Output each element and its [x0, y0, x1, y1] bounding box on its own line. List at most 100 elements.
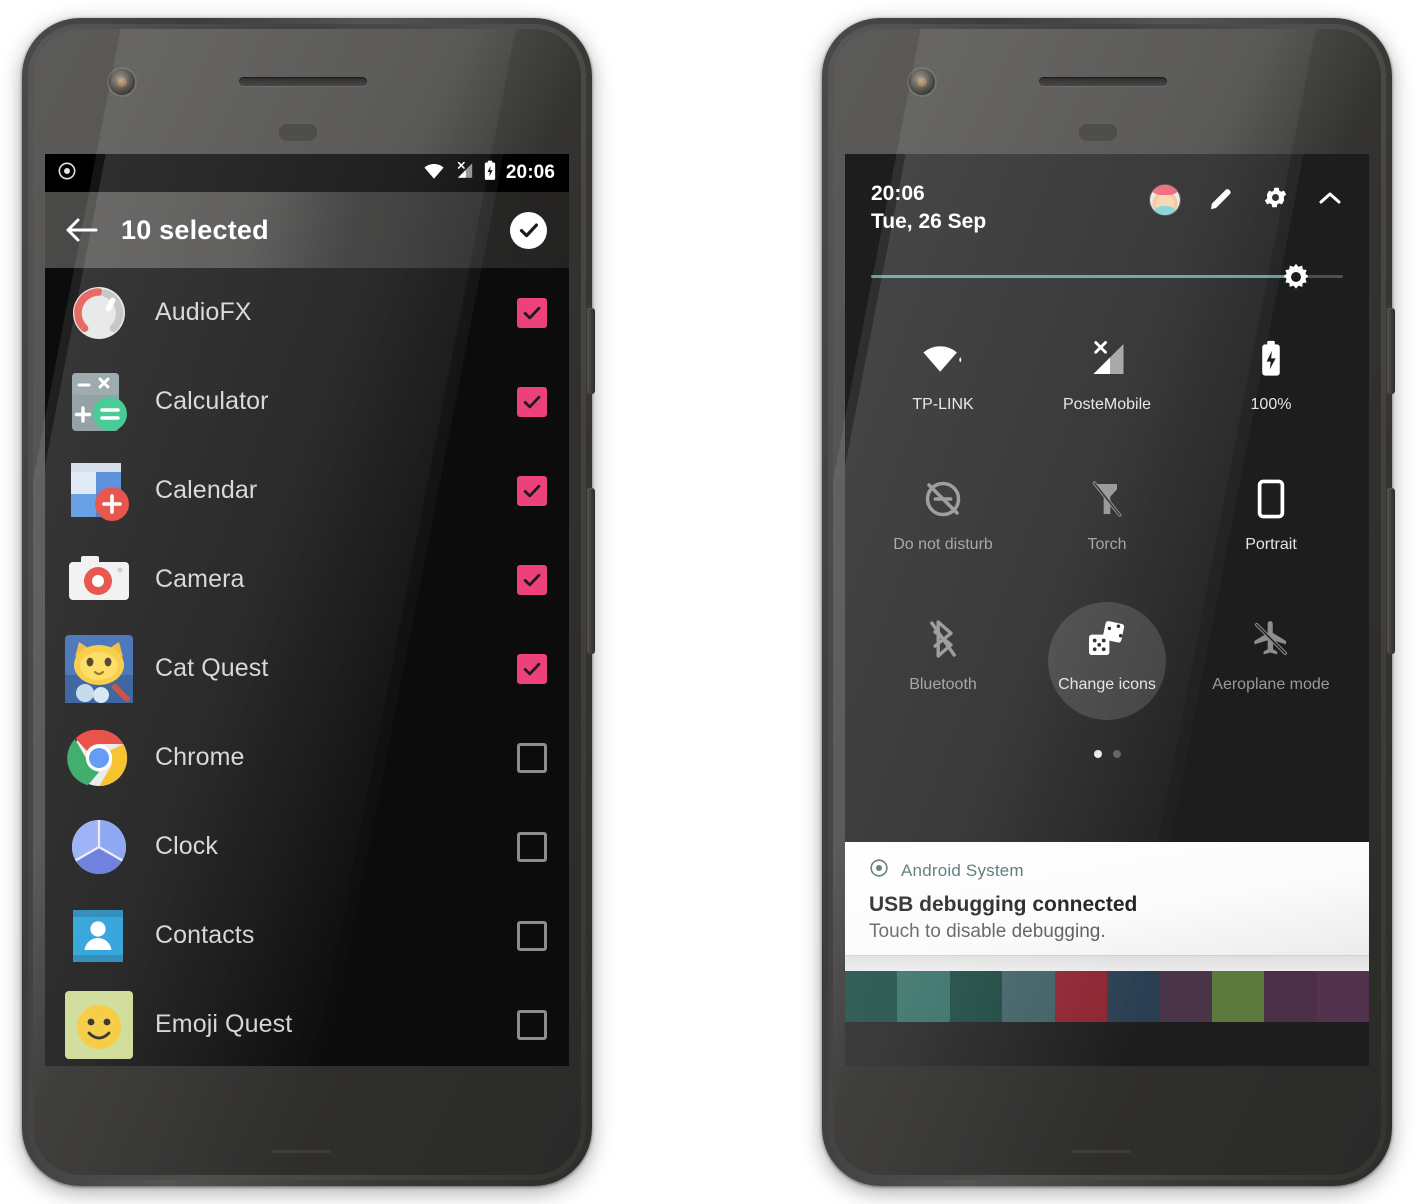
list-item[interactable]: Emoji Quest: [45, 980, 569, 1066]
volume-button[interactable]: [587, 488, 595, 654]
qs-tile-label: Bluetooth: [909, 676, 977, 694]
quick-settings-tiles: TP-LINK PosteMobile 100% Do not disturb …: [845, 278, 1369, 759]
qs-tile-rotation[interactable]: Portrait: [1189, 460, 1353, 600]
audiofx-icon: [65, 279, 133, 347]
list-item-label: Emoji Quest: [155, 1010, 293, 1038]
airplane-off-icon: [1251, 616, 1291, 662]
qs-tile-label: Do not disturb: [893, 536, 993, 554]
page-dot[interactable]: [1093, 750, 1102, 759]
qs-tile-battery[interactable]: 100%: [1189, 320, 1353, 460]
cell-signal-icon: [1087, 336, 1127, 382]
right-phone: 20:06 Tue, 26 Sep TP-LINK PosteMobile 10…: [822, 18, 1395, 1186]
list-item[interactable]: Contacts: [45, 891, 569, 980]
notification-app-row: Android System: [869, 858, 1345, 883]
rotation-portrait-icon: [1257, 476, 1285, 522]
list-item-checkbox[interactable]: [517, 1009, 547, 1040]
wifi-icon: [921, 336, 965, 382]
qs-tile-wifi[interactable]: TP-LINK: [861, 320, 1025, 460]
dice-icon: [1086, 616, 1128, 662]
proximity-sensor: [1079, 124, 1117, 141]
list-item-checkbox[interactable]: [517, 564, 547, 595]
volume-button[interactable]: [1387, 488, 1395, 654]
list-item-checkbox[interactable]: [517, 475, 547, 506]
page-dot[interactable]: [1112, 750, 1121, 759]
brightness-track[interactable]: [871, 263, 1343, 289]
qs-tile-dnd[interactable]: Do not disturb: [861, 460, 1025, 600]
list-item-checkbox[interactable]: [517, 653, 547, 684]
right-phone-face: 20:06 Tue, 26 Sep TP-LINK PosteMobile 10…: [833, 29, 1381, 1175]
battery-icon: [483, 160, 497, 186]
qs-tile-cellular[interactable]: PosteMobile: [1025, 320, 1189, 460]
list-item-checkbox[interactable]: [517, 742, 547, 773]
android-system-icon: [869, 858, 889, 883]
qs-tile-row: Do not disturb Torch Portrait: [861, 460, 1353, 600]
bluetooth-off-icon: [927, 616, 959, 662]
avatar[interactable]: [1150, 185, 1180, 215]
list-item-label: Clock: [155, 832, 219, 860]
settings-gear-icon[interactable]: [1262, 184, 1289, 216]
battery-charging-icon: [1259, 336, 1283, 382]
list-item-label: Contacts: [155, 921, 255, 949]
qs-tile-row: TP-LINK PosteMobile 100%: [861, 320, 1353, 460]
camera-icon: [65, 546, 133, 614]
quick-settings-panel: 20:06 Tue, 26 Sep TP-LINK PosteMobile 10…: [845, 154, 1369, 1066]
qs-tile-airplane[interactable]: Aeroplane mode: [1189, 600, 1353, 740]
list-item-label: Chrome: [155, 743, 245, 771]
power-button[interactable]: [587, 308, 595, 394]
left-phone-screen: 20:06 10 selected AudioFX Calculator Cal…: [45, 154, 569, 1066]
front-camera-icon: [109, 69, 135, 95]
back-arrow-icon[interactable]: [65, 215, 99, 245]
qs-tile-torch[interactable]: Torch: [1025, 460, 1189, 600]
status-bar-time: 20:06: [505, 162, 555, 183]
notification-app-name: Android System: [901, 860, 1024, 880]
brightness-slider[interactable]: [845, 235, 1369, 289]
power-button[interactable]: [1387, 308, 1395, 394]
front-camera-icon: [909, 69, 935, 95]
list-item[interactable]: AudioFX: [45, 268, 569, 357]
bottom-speaker-grille: [1071, 1150, 1131, 1153]
qs-tile-bluetooth[interactable]: Bluetooth: [861, 600, 1025, 740]
list-item-checkbox[interactable]: [517, 297, 547, 328]
list-item[interactable]: Cat Quest: [45, 624, 569, 713]
cat-quest-icon: [65, 634, 133, 703]
record-dot-icon: [57, 161, 77, 186]
qs-tile-label: PosteMobile: [1062, 396, 1152, 414]
qs-time: 20:06: [871, 182, 925, 205]
left-phone: 20:06 10 selected AudioFX Calculator Cal…: [22, 18, 595, 1186]
edit-pencil-icon[interactable]: [1208, 185, 1234, 216]
confirm-check-icon[interactable]: [510, 211, 547, 249]
list-item[interactable]: Calculator: [45, 357, 569, 446]
qs-tile-label: Change icons: [1058, 676, 1156, 694]
earpiece-speaker: [239, 77, 367, 86]
notification-title: USB debugging connected: [869, 893, 1138, 916]
status-bar: 20:06: [45, 154, 569, 192]
calculator-icon: [65, 368, 133, 436]
app-bar: 10 selected: [45, 192, 569, 268]
emoji-quest-icon: [65, 990, 133, 1059]
list-item-label: Camera: [155, 565, 245, 593]
chrome-icon: [65, 724, 133, 792]
contacts-icon: [65, 902, 133, 970]
qs-tile-change-icons[interactable]: Change icons: [1025, 600, 1189, 740]
list-item-checkbox[interactable]: [517, 386, 547, 417]
list-item-label: Calendar: [155, 476, 258, 504]
list-item[interactable]: Clock: [45, 802, 569, 891]
cell-signal-off-icon: [454, 161, 474, 185]
list-item-checkbox[interactable]: [517, 831, 547, 862]
bottom-speaker-grille: [271, 1150, 331, 1153]
list-item[interactable]: Calendar: [45, 446, 569, 535]
list-item[interactable]: Chrome: [45, 713, 569, 802]
collapse-chevron-icon[interactable]: [1317, 188, 1343, 213]
qs-tile-label: Aeroplane mode: [1212, 676, 1330, 694]
right-phone-screen: 20:06 Tue, 26 Sep TP-LINK PosteMobile 10…: [845, 154, 1369, 1066]
brightness-thumb[interactable]: [1281, 262, 1311, 292]
qs-tile-label: Torch: [1087, 536, 1127, 554]
screenshot-canvas: 20:06 10 selected AudioFX Calculator Cal…: [0, 0, 1418, 1204]
calendar-icon: [65, 457, 133, 525]
list-item[interactable]: Camera: [45, 535, 569, 624]
list-item-label: AudioFX: [155, 298, 252, 326]
notification-card[interactable]: Android System USB debugging connected T…: [845, 842, 1369, 971]
list-item-checkbox[interactable]: [517, 920, 547, 951]
brightness-fill: [871, 275, 1296, 279]
app-list[interactable]: AudioFX Calculator Calendar Camera Cat Q…: [45, 268, 569, 1066]
